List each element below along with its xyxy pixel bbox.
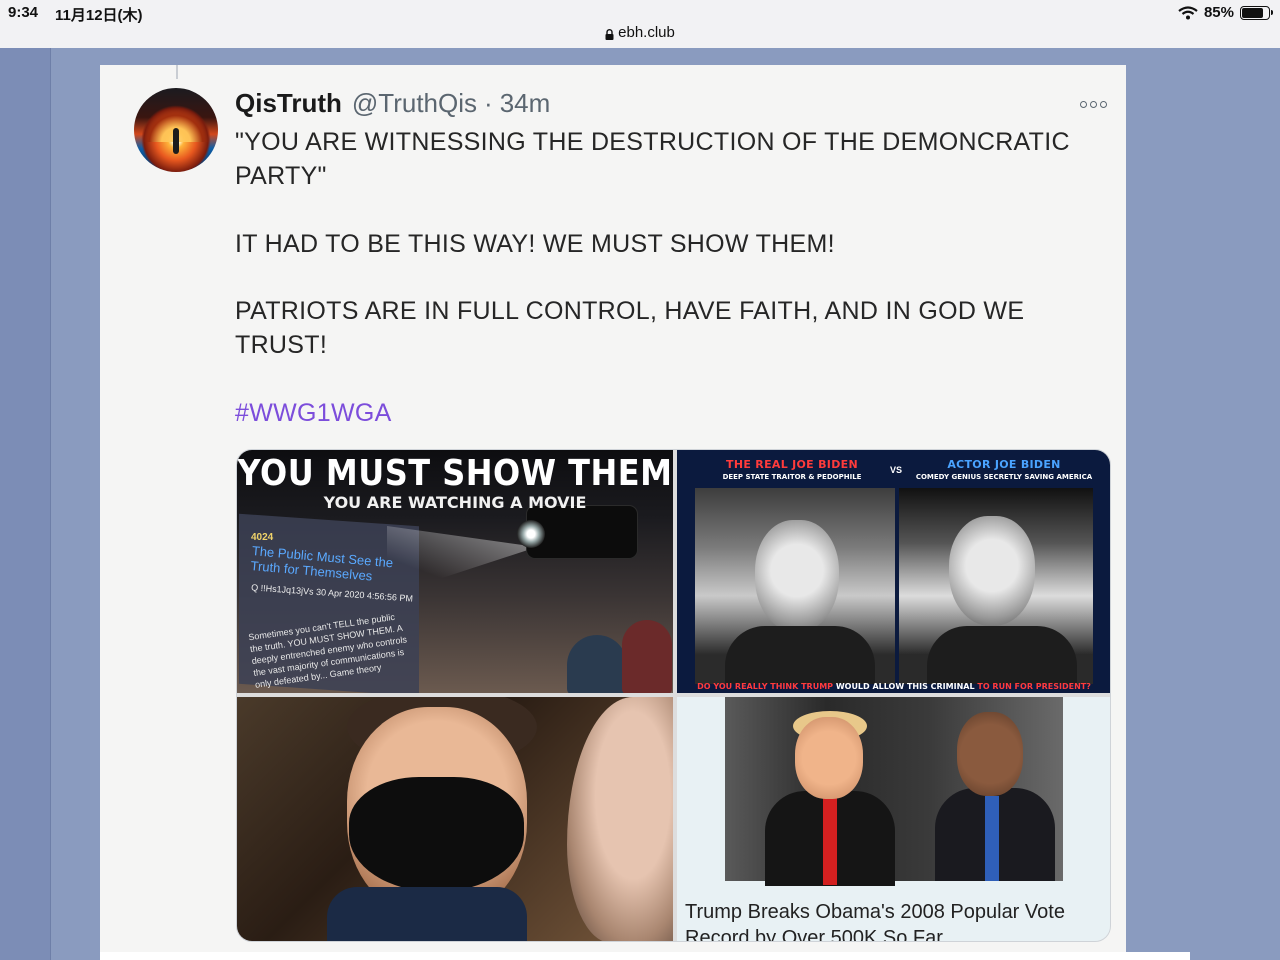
comparison-footer: DO YOU REALLY THINK TRUMP WOULD ALLOW TH… (677, 682, 1110, 691)
blue-tie (985, 796, 999, 881)
person-left (765, 711, 895, 886)
more-dot (1080, 100, 1087, 108)
face (795, 717, 863, 799)
tweet-paragraph: "YOU ARE WITNESSING THE DESTRUCTION OF T… (235, 128, 1070, 190)
suit (927, 626, 1077, 684)
thread-line (176, 65, 178, 79)
media-tile-mask-photo[interactable] (237, 697, 673, 941)
person-right (935, 712, 1055, 881)
right-title: ACTOR JOE BIDEN (947, 458, 1061, 471)
user-handle[interactable]: @TruthQis (352, 88, 477, 119)
status-date: 11月12日(木) (55, 7, 143, 24)
suit (725, 626, 875, 684)
face-mask (349, 777, 524, 892)
viewer-figure (567, 635, 627, 693)
battery-fill (1242, 7, 1264, 18)
portrait-left (695, 488, 895, 684)
tile-title: YOU MUST SHOW THEM (237, 452, 673, 494)
tweet-time[interactable]: 34m (500, 88, 551, 119)
separator-dot: · (484, 88, 493, 118)
battery-icon (1240, 5, 1273, 20)
viewer-figure (622, 620, 672, 693)
url-bar[interactable]: ebh.club (0, 24, 1280, 41)
media-tile-link-card[interactable]: Trump Breaks Obama's 2008 Popular Vote R… (677, 697, 1110, 941)
comparison-left-header: THE REAL JOE BIDEN DEEP STATE TRAITOR & … (687, 458, 897, 481)
red-tie (823, 797, 837, 885)
face (949, 516, 1035, 626)
status-right: 85% (1178, 4, 1273, 21)
footer-red-text: TO RUN FOR PRESIDENT? (977, 682, 1091, 691)
avatar[interactable] (134, 88, 218, 172)
tweet-header: QisTruth @TruthQis · 34m (235, 88, 550, 120)
comparison-right-header: ACTOR JOE BIDEN COMEDY GENIUS SECRETLY S… (899, 458, 1109, 481)
post-number: 4024 (251, 532, 274, 543)
more-dot (1090, 100, 1097, 108)
projector-icon (517, 506, 637, 558)
tweet-paragraph: PATRIOTS ARE IN FULL CONTROL, HAVE FAITH… (235, 297, 1025, 359)
display-name[interactable]: QisTruth (235, 88, 342, 119)
profile-face (567, 697, 673, 941)
footer-white-text: WOULD ALLOW THIS CRIMINAL (835, 682, 975, 691)
more-options-icon[interactable] (1080, 98, 1112, 110)
link-card-caption[interactable]: Trump Breaks Obama's 2008 Popular Vote R… (685, 899, 1105, 941)
hashtag-link[interactable]: #WWG1WGA (235, 396, 392, 430)
url-domain: ebh.club (618, 24, 675, 41)
avatar-figure (173, 128, 179, 154)
wifi-icon (1178, 5, 1198, 20)
left-subtitle: DEEP STATE TRAITOR & PEDOPHILE (722, 473, 862, 481)
media-grid: YOU MUST SHOW THEM YOU ARE WATCHING A MO… (236, 449, 1111, 942)
status-time: 9:34 (8, 4, 39, 21)
tile-subtitle: YOU ARE WATCHING A MOVIE (323, 493, 587, 512)
media-tile-comparison[interactable]: THE REAL JOE BIDEN DEEP STATE TRAITOR & … (677, 450, 1110, 693)
portrait-right (899, 488, 1093, 684)
left-title: THE REAL JOE BIDEN (726, 458, 858, 471)
lock-icon (605, 27, 614, 40)
bottom-strip (100, 952, 1190, 960)
link-card-photo (725, 697, 1063, 886)
more-dot (1100, 100, 1107, 108)
tweet-paragraph: IT HAD TO BE THIS WAY! WE MUST SHOW THEM… (235, 230, 835, 258)
right-subtitle: COMEDY GENIUS SECRETLY SAVING AMERICA (915, 473, 1093, 481)
media-tile-movie[interactable]: YOU MUST SHOW THEM YOU ARE WATCHING A MO… (237, 450, 673, 693)
face (755, 520, 839, 632)
status-bar: 9:34 11月12日(木) 85% ebh.club (0, 0, 1280, 48)
battery-percent: 85% (1203, 4, 1234, 21)
footer-red-text: DO YOU REALLY THINK TRUMP (697, 682, 834, 691)
projector-lens (517, 520, 545, 548)
page-left-column (0, 48, 50, 960)
shirt (327, 887, 527, 941)
face (957, 712, 1023, 796)
column-divider (50, 48, 51, 960)
